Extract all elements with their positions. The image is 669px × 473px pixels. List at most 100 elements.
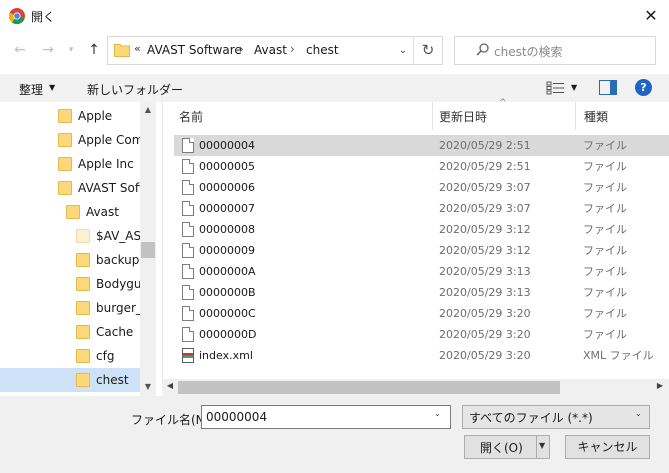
tree-item[interactable]: Apple Comp: [0, 128, 140, 152]
scroll-left-icon[interactable]: ◀: [164, 381, 176, 390]
search-icon: [476, 43, 489, 56]
close-icon[interactable]: ✕: [637, 2, 665, 30]
document-icon: [182, 222, 194, 237]
tree-item-label: Cache: [96, 325, 134, 339]
organize-button[interactable]: 整理: [19, 81, 43, 98]
folder-icon: [58, 157, 72, 171]
breadcrumb-avast[interactable]: Avast: [254, 43, 287, 57]
help-icon[interactable]: ?: [635, 79, 652, 96]
folder-icon: [76, 229, 90, 243]
file-type: ファイル: [583, 265, 627, 278]
recent-locations-icon[interactable]: ▾: [64, 40, 78, 60]
file-name: 00000007: [199, 202, 255, 215]
column-header-name[interactable]: 名前: [179, 108, 203, 125]
chevron-down-icon[interactable]: ⌄: [635, 409, 642, 418]
horizontal-scroll-thumb[interactable]: [178, 381, 560, 394]
tree-item-label: Avast: [86, 205, 119, 219]
back-arrow-icon[interactable]: ←: [10, 40, 30, 60]
file-type: ファイル: [583, 202, 627, 215]
file-date: 2020/05/29 3:13: [439, 265, 531, 278]
tree-item[interactable]: burger_c: [0, 296, 140, 320]
file-name: 0000000B: [199, 286, 256, 299]
scroll-right-icon[interactable]: ▶: [654, 381, 666, 390]
folder-icon: [66, 205, 80, 219]
file-row[interactable]: 00000009 2020/05/29 3:12 ファイル: [174, 240, 669, 261]
scroll-down-icon[interactable]: ▼: [141, 382, 155, 391]
up-arrow-icon[interactable]: ↑: [84, 40, 104, 60]
file-row[interactable]: index.xml 2020/05/29 3:20 XML ファイル: [174, 345, 669, 366]
pane-divider[interactable]: [162, 102, 163, 396]
file-type: ファイル: [583, 160, 627, 173]
file-type: ファイル: [583, 139, 627, 152]
chevron-down-icon[interactable]: ▼: [571, 81, 577, 95]
column-divider[interactable]: [575, 102, 576, 130]
file-date: 2020/05/29 3:07: [439, 202, 531, 215]
tree-item-label: cfg: [96, 349, 115, 363]
file-name: 0000000D: [199, 328, 257, 341]
open-options-arrow-icon[interactable]: ▼: [539, 439, 545, 453]
file-name: index.xml: [199, 349, 253, 362]
file-row[interactable]: 0000000A 2020/05/29 3:13 ファイル: [174, 261, 669, 282]
file-name: 00000005: [199, 160, 255, 173]
window-title: 開く: [31, 10, 56, 24]
tree-item[interactable]: chest: [0, 368, 140, 392]
chevron-down-icon[interactable]: ⌄: [394, 37, 412, 64]
document-icon: [182, 180, 194, 195]
column-divider[interactable]: [432, 102, 433, 130]
file-row[interactable]: 0000000D 2020/05/29 3:20 ファイル: [174, 324, 669, 345]
tree-item[interactable]: AVAST Softv: [0, 176, 140, 200]
tree-item[interactable]: Avast: [0, 200, 140, 224]
file-row[interactable]: 00000007 2020/05/29 3:07 ファイル: [174, 198, 669, 219]
preview-pane-icon[interactable]: [599, 80, 617, 95]
breadcrumb-overflow-icon[interactable]: «: [134, 42, 141, 55]
file-name: 00000009: [199, 244, 255, 257]
file-row[interactable]: 00000004 2020/05/29 2:51 ファイル: [174, 135, 669, 156]
file-row[interactable]: 0000000B 2020/05/29 3:13 ファイル: [174, 282, 669, 303]
title-bar: [0, 0, 669, 32]
refresh-icon[interactable]: ↻: [413, 37, 442, 64]
file-type: ファイル: [583, 328, 627, 341]
folder-icon: [58, 133, 72, 147]
file-name: 00000004: [199, 139, 255, 152]
forward-arrow-icon[interactable]: →: [38, 40, 58, 60]
scroll-up-icon[interactable]: ▲: [141, 105, 155, 114]
tree-item[interactable]: backup: [0, 248, 140, 272]
nav-pane-scroll-thumb[interactable]: [141, 242, 155, 258]
tree-item-label: $AV_ASV: [96, 229, 140, 243]
tree-item[interactable]: Apple Inc: [0, 152, 140, 176]
tree-item-label: Bodygua: [96, 277, 140, 291]
open-button-split: [536, 436, 537, 458]
tree-item[interactable]: Cache: [0, 320, 140, 344]
chevron-down-icon[interactable]: ▼: [49, 81, 55, 95]
new-folder-button[interactable]: 新しいフォルダー: [87, 81, 183, 98]
sort-indicator-icon: ^: [499, 98, 507, 108]
column-header-type[interactable]: 種類: [584, 108, 608, 125]
folder-icon: [76, 349, 90, 363]
tree-item[interactable]: Apple: [0, 104, 140, 128]
file-type: XML ファイル: [583, 349, 654, 362]
xml-file-icon: [182, 348, 194, 363]
breadcrumb-separator-icon[interactable]: ›: [290, 42, 295, 56]
file-date: 2020/05/29 3:20: [439, 307, 531, 320]
file-row[interactable]: 0000000C 2020/05/29 3:20 ファイル: [174, 303, 669, 324]
tree-item[interactable]: $AV_ASV: [0, 224, 140, 248]
document-icon: [182, 285, 194, 300]
file-row[interactable]: 00000008 2020/05/29 3:12 ファイル: [174, 219, 669, 240]
file-row[interactable]: 00000005 2020/05/29 2:51 ファイル: [174, 156, 669, 177]
folder-icon: [114, 44, 130, 57]
cancel-button[interactable]: キャンセル: [565, 435, 650, 459]
tree-item-label: Apple Comp: [78, 133, 140, 147]
tree-item[interactable]: cfg: [0, 344, 140, 368]
column-header-date[interactable]: 更新日時: [439, 108, 487, 125]
filetype-value: すべてのファイル (*.*): [469, 411, 593, 425]
breadcrumb-avast-software[interactable]: AVAST Software: [147, 43, 242, 57]
filename-field[interactable]: [201, 405, 451, 429]
tree-item[interactable]: Bodygua: [0, 272, 140, 296]
breadcrumb-chest[interactable]: chest: [306, 43, 339, 57]
chevron-down-icon[interactable]: ⌄: [434, 409, 441, 418]
document-icon: [182, 138, 194, 153]
breadcrumb-separator-icon[interactable]: ›: [239, 42, 244, 56]
open-button-label[interactable]: 開く(O): [480, 439, 523, 456]
view-menu-icon[interactable]: [546, 81, 566, 95]
file-row[interactable]: 00000006 2020/05/29 3:07 ファイル: [174, 177, 669, 198]
